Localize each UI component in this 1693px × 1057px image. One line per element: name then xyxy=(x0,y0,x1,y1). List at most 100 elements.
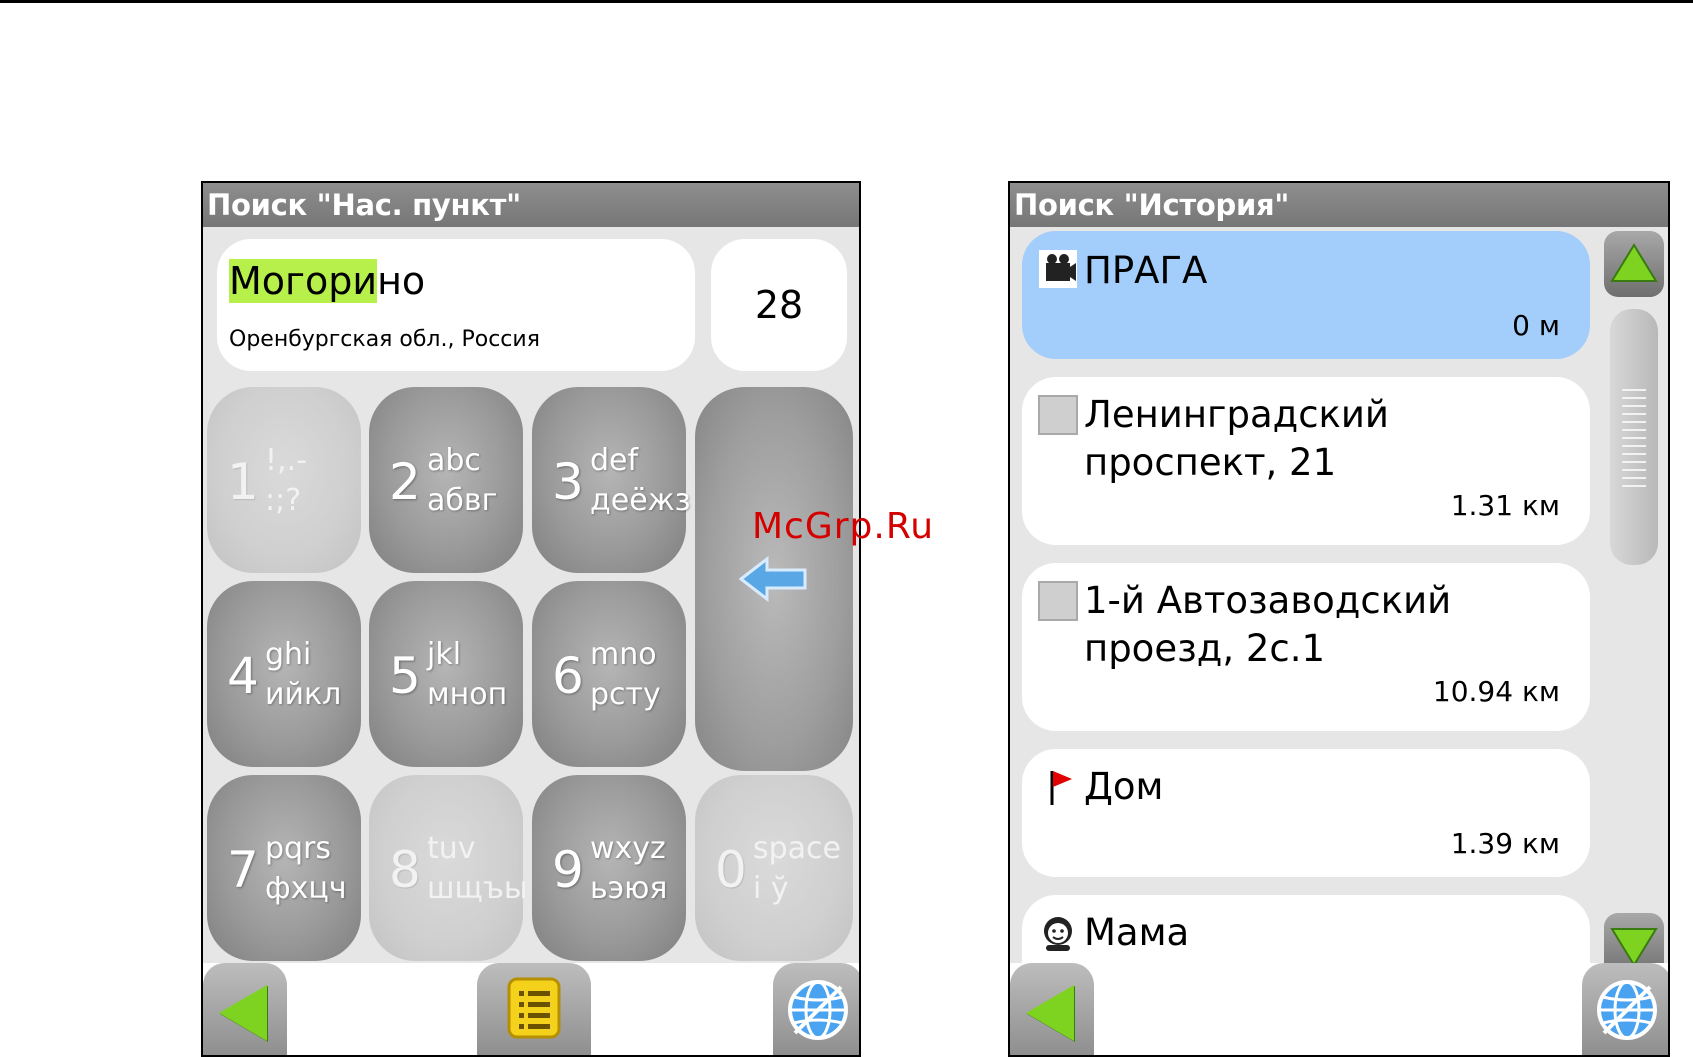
results-count[interactable]: 28 xyxy=(711,239,847,371)
bottom-toolbar xyxy=(1010,963,1668,1055)
key-cyrillic-letters: рсту xyxy=(590,677,661,712)
key-latin-letters: !,.- xyxy=(265,443,307,478)
grip-line xyxy=(1622,405,1646,407)
back-arrow-icon xyxy=(1026,985,1074,1041)
item-name: Дом xyxy=(1084,765,1164,808)
key-digit: 6 xyxy=(552,647,584,705)
scroll-up-button[interactable] xyxy=(1604,231,1664,297)
watermark: McGrp.Ru xyxy=(752,506,935,547)
item-name: Ленинградский проспект, 21 xyxy=(1084,393,1389,484)
triangle-up-icon xyxy=(1610,243,1658,282)
globe-icon xyxy=(788,980,848,1040)
result-region: Оренбургская обл., Россия xyxy=(229,327,540,352)
settlement-search-screen: Поиск "Нас. пункт" Могорино Оренбургская… xyxy=(201,181,861,1057)
key-4[interactable]: 4 ghi ийкл xyxy=(207,581,361,767)
search-result-field[interactable]: Могорино Оренбургская обл., Россия xyxy=(217,239,695,371)
key-1[interactable]: 1 !,.- :;? xyxy=(207,387,361,573)
grip-line xyxy=(1622,429,1646,431)
list-item[interactable]: Ленинградский проспект, 21 1.31 км xyxy=(1022,377,1590,545)
rest-text: но xyxy=(377,259,426,303)
key-digit: 8 xyxy=(389,841,421,899)
top-rule xyxy=(0,0,1693,3)
grip-line xyxy=(1622,445,1646,447)
item-distance: 1.31 км xyxy=(1450,489,1560,522)
history-list: ПРАГА 0 м Ленинградский проспект, 21 1.3… xyxy=(1022,231,1590,971)
key-7[interactable]: 7 pqrs фхцч xyxy=(207,775,361,961)
key-latin-letters: mno xyxy=(590,637,657,672)
scrollbar[interactable] xyxy=(1600,231,1664,979)
key-cyrillic-letters: фхцч xyxy=(265,871,347,906)
result-name: Могорино xyxy=(229,259,425,303)
key-8[interactable]: 8 tuv шщъы xyxy=(369,775,528,961)
matched-text: Могори xyxy=(229,259,378,303)
back-button[interactable] xyxy=(1010,963,1094,1055)
map-button[interactable] xyxy=(773,963,859,1055)
key-latin-letters: ghi xyxy=(265,637,312,672)
grip-line xyxy=(1622,397,1646,399)
grip-line xyxy=(1622,461,1646,463)
list-item[interactable]: 1-й Автозаводский проезд, 2с.1 10.94 км xyxy=(1022,563,1590,731)
grip-line xyxy=(1622,453,1646,455)
back-button[interactable] xyxy=(203,963,287,1055)
screen-title: Поиск "Нас. пункт" xyxy=(203,183,859,227)
list-item[interactable]: ПРАГА 0 м xyxy=(1022,231,1590,359)
key-digit: 2 xyxy=(389,453,421,511)
key-cyrillic-letters: :;? xyxy=(265,483,302,518)
list-icon xyxy=(507,977,561,1039)
list-button[interactable] xyxy=(477,963,591,1055)
grip-line xyxy=(1622,421,1646,423)
key-latin-letters: wxyz xyxy=(590,831,666,866)
key-digit: 0 xyxy=(715,841,747,899)
arrow-left-icon xyxy=(739,555,807,603)
list-item[interactable]: Мама xyxy=(1022,895,1590,971)
key-2[interactable]: 2 abc абвг xyxy=(369,387,523,573)
item-name: 1-й Автозаводский проезд, 2с.1 xyxy=(1084,579,1452,670)
backspace-button[interactable] xyxy=(695,387,853,771)
item-distance: 0 м xyxy=(1512,309,1560,342)
grip-line xyxy=(1622,485,1646,487)
flag-icon xyxy=(1050,771,1072,805)
bottom-toolbar xyxy=(203,963,859,1055)
key-cyrillic-letters: шщъы xyxy=(427,871,528,906)
key-cyrillic-letters: мноп xyxy=(427,677,508,712)
key-0[interactable]: 0 space і ў xyxy=(695,775,853,961)
list-item[interactable]: Дом 1.39 км xyxy=(1022,749,1590,877)
map-button[interactable] xyxy=(1582,963,1668,1055)
key-cyrillic-letters: ийкл xyxy=(265,677,342,712)
key-5[interactable]: 5 jkl мноп xyxy=(369,581,523,767)
key-latin-letters: space xyxy=(753,831,842,866)
key-cyrillic-letters: ьэюя xyxy=(590,871,668,906)
grip-line xyxy=(1622,437,1646,439)
key-cyrillic-letters: і ў xyxy=(753,871,789,906)
key-digit: 5 xyxy=(389,647,421,705)
key-digit: 7 xyxy=(227,841,259,899)
grip-line xyxy=(1622,389,1646,391)
item-name: Мама xyxy=(1084,911,1190,954)
globe-icon xyxy=(1597,980,1657,1040)
back-arrow-icon xyxy=(219,985,267,1041)
history-search-screen: Поиск "История" ПРАГА 0 м Ленинградский … xyxy=(1008,181,1670,1057)
key-3[interactable]: 3 def деёжз xyxy=(532,387,691,573)
grip-line xyxy=(1622,413,1646,415)
key-9[interactable]: 9 wxyz ьэюя xyxy=(532,775,686,961)
grip-line xyxy=(1622,477,1646,479)
box-icon xyxy=(1038,395,1078,435)
key-6[interactable]: 6 mno рсту xyxy=(532,581,686,767)
key-latin-letters: abc xyxy=(427,443,481,478)
screen-title: Поиск "История" xyxy=(1010,183,1668,227)
key-digit: 3 xyxy=(552,453,584,511)
item-distance: 10.94 км xyxy=(1432,675,1560,708)
key-digit: 4 xyxy=(227,647,259,705)
scroll-thumb[interactable] xyxy=(1610,309,1658,565)
key-latin-letters: jkl xyxy=(427,637,462,672)
key-cyrillic-letters: абвг xyxy=(427,483,498,518)
key-digit: 1 xyxy=(227,453,259,511)
person-icon xyxy=(1044,917,1072,951)
key-cyrillic-letters: деёжз xyxy=(590,483,691,518)
item-distance: 1.39 км xyxy=(1450,827,1560,860)
grip-line xyxy=(1622,469,1646,471)
key-latin-letters: pqrs xyxy=(265,831,332,866)
camera-icon xyxy=(1039,250,1077,288)
key-latin-letters: def xyxy=(590,443,639,478)
item-name: ПРАГА xyxy=(1084,249,1208,292)
